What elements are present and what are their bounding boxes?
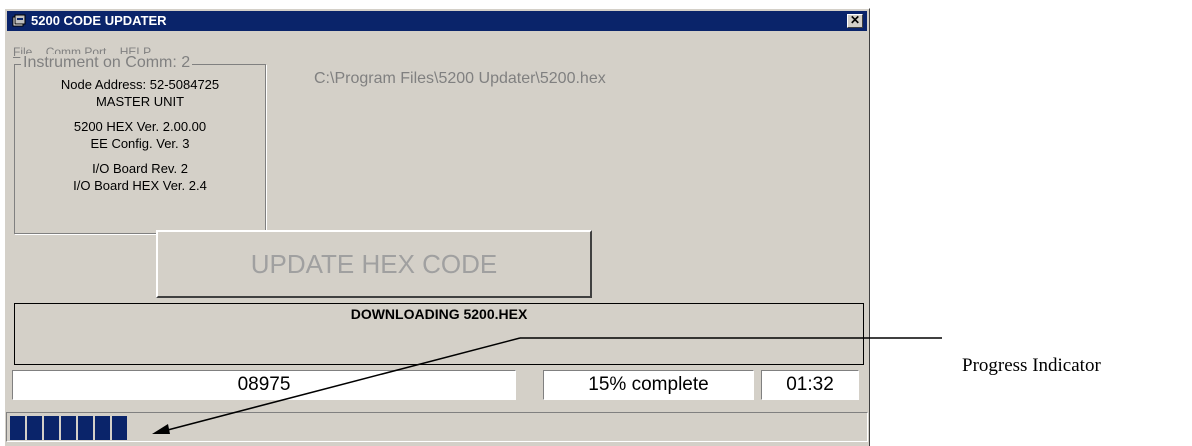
arrowhead-icon (152, 424, 170, 434)
annotation-arrow (152, 337, 942, 434)
annotation-pointer-line (159, 337, 521, 433)
